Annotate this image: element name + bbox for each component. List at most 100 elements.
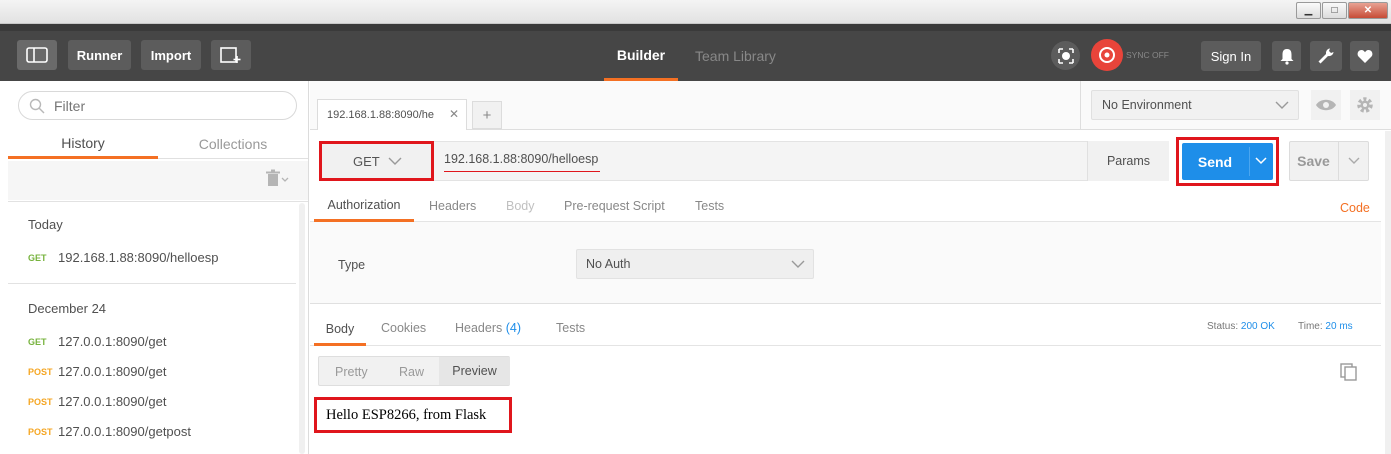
- response-time: Time: 20 ms: [1298, 321, 1353, 332]
- time-value: 20 ms: [1325, 321, 1353, 332]
- tab-response-body[interactable]: Body: [314, 315, 366, 346]
- tab-body[interactable]: Body: [506, 199, 535, 213]
- time-label: Time:: [1298, 321, 1323, 332]
- code-link[interactable]: Code: [1340, 201, 1370, 215]
- toggle-sidebar-button[interactable]: [17, 40, 57, 70]
- copy-button[interactable]: [1340, 363, 1358, 384]
- chevron-down-icon: [1275, 101, 1289, 109]
- tab-headers[interactable]: Headers: [429, 199, 476, 213]
- method-badge: POST: [28, 366, 53, 377]
- tab-collections[interactable]: Collections: [158, 129, 308, 159]
- runner-button[interactable]: Runner: [68, 40, 131, 70]
- save-button[interactable]: Save: [1289, 141, 1369, 181]
- divider: [1338, 142, 1339, 180]
- manage-environments-button[interactable]: [1350, 90, 1380, 120]
- close-icon[interactable]: ✕: [449, 107, 459, 121]
- auth-type-label: Type: [338, 258, 366, 272]
- history-toolbar: [8, 161, 308, 200]
- main-panel: 192.168.1.88:8090/he ✕ + No Environment …: [310, 81, 1391, 454]
- sidebar-icon: [26, 47, 48, 63]
- list-item[interactable]: GET 127.0.0.1:8090/get: [28, 334, 166, 349]
- sign-in-button[interactable]: Sign In: [1201, 41, 1261, 71]
- params-button[interactable]: Params: [1087, 141, 1169, 181]
- auth-type-value: No Auth: [586, 257, 631, 271]
- send-label: Send: [1197, 153, 1233, 170]
- divider: [8, 201, 308, 202]
- divider: [8, 283, 296, 284]
- tab-tests[interactable]: Tests: [695, 199, 724, 213]
- tab-response-tests[interactable]: Tests: [556, 321, 585, 335]
- tab-builder[interactable]: Builder: [604, 31, 678, 81]
- authorization-panel: [310, 222, 1381, 304]
- chevron-down-icon[interactable]: [1255, 157, 1267, 165]
- quick-look-button[interactable]: [1311, 90, 1341, 120]
- send-button-group: Send: [1176, 137, 1279, 186]
- view-mode-group: Pretty Raw Preview: [318, 356, 510, 386]
- sync-icon: [1099, 47, 1115, 63]
- import-button[interactable]: Import: [141, 40, 201, 70]
- minimize-button[interactable]: ▁: [1296, 2, 1321, 19]
- tab-team-library[interactable]: Team Library: [695, 31, 785, 81]
- interceptor-icon: [1057, 47, 1074, 64]
- url-input[interactable]: 192.168.1.88:8090/helloesp: [444, 152, 601, 172]
- sidebar-scrollbar[interactable]: [299, 203, 305, 454]
- view-pretty-button[interactable]: Pretty: [335, 365, 368, 379]
- save-label: Save: [1297, 153, 1330, 169]
- heart-icon: [1357, 49, 1372, 63]
- response-status: Status: 200 OK: [1207, 321, 1275, 332]
- request-tab-title: 192.168.1.88:8090/he: [327, 109, 435, 121]
- eye-icon: [1316, 99, 1336, 111]
- plus-icon: +: [482, 106, 492, 124]
- divider: [310, 345, 1381, 346]
- view-raw-button[interactable]: Raw: [399, 365, 424, 379]
- status-label: Status:: [1207, 321, 1239, 332]
- list-item[interactable]: POST 127.0.0.1:8090/get: [28, 364, 166, 379]
- app-header: Runner Import Builder Team Library SYNC …: [0, 24, 1391, 81]
- delete-history-button[interactable]: [265, 169, 289, 192]
- window-titlebar: ▁ □ ✕: [0, 0, 1391, 24]
- environment-select[interactable]: No Environment: [1091, 90, 1299, 120]
- interceptor-button[interactable]: [1051, 41, 1080, 70]
- tab-authorization[interactable]: Authorization: [314, 191, 414, 222]
- main-scrollbar[interactable]: [1385, 131, 1391, 454]
- divider: [310, 303, 1381, 304]
- notifications-button[interactable]: [1272, 41, 1301, 71]
- copy-icon: [1340, 363, 1357, 381]
- maximize-button[interactable]: □: [1322, 2, 1347, 19]
- method-select[interactable]: GET: [319, 141, 434, 181]
- list-item[interactable]: GET 192.168.1.88:8090/helloesp: [28, 250, 218, 265]
- list-item[interactable]: POST 127.0.0.1:8090/get: [28, 394, 166, 409]
- headers-label: Headers: [455, 321, 503, 335]
- history-url: 127.0.0.1:8090/getpost: [58, 424, 192, 439]
- chevron-down-icon: [791, 260, 805, 268]
- method-value: GET: [353, 153, 380, 169]
- favorites-button[interactable]: [1350, 41, 1379, 71]
- new-window-button[interactable]: [211, 40, 251, 70]
- search-icon: [29, 98, 45, 113]
- bell-icon: [1280, 49, 1293, 65]
- send-button[interactable]: Send: [1182, 143, 1273, 180]
- settings-button[interactable]: [1310, 41, 1342, 71]
- list-item[interactable]: POST 127.0.0.1:8090/getpost: [28, 424, 191, 439]
- sidebar: History Collections Today GET 192.168.1.…: [0, 81, 309, 454]
- chevron-down-icon[interactable]: [1348, 157, 1360, 165]
- history-url: 192.168.1.88:8090/helloesp: [58, 250, 219, 265]
- view-preview-button[interactable]: Preview: [439, 357, 510, 385]
- filter-input[interactable]: [54, 97, 274, 114]
- tab-response-cookies[interactable]: Cookies: [381, 321, 426, 335]
- wrench-icon: [1318, 48, 1334, 64]
- divider: [1249, 147, 1250, 176]
- tab-response-headers[interactable]: Headers (4): [455, 321, 521, 335]
- auth-type-select[interactable]: No Auth: [576, 249, 814, 279]
- method-badge: GET: [28, 336, 47, 347]
- request-tab[interactable]: 192.168.1.88:8090/he ✕: [317, 99, 467, 130]
- method-badge: POST: [28, 426, 53, 437]
- tab-history[interactable]: History: [8, 129, 158, 159]
- history-url: 127.0.0.1:8090/get: [58, 364, 167, 379]
- filter-box[interactable]: [18, 91, 297, 120]
- tab-pre-request-script[interactable]: Pre-request Script: [564, 199, 665, 213]
- close-window-button[interactable]: ✕: [1348, 2, 1388, 19]
- sync-button[interactable]: [1091, 39, 1123, 71]
- add-tab-button[interactable]: +: [472, 101, 502, 129]
- status-value: 200 OK: [1240, 321, 1275, 332]
